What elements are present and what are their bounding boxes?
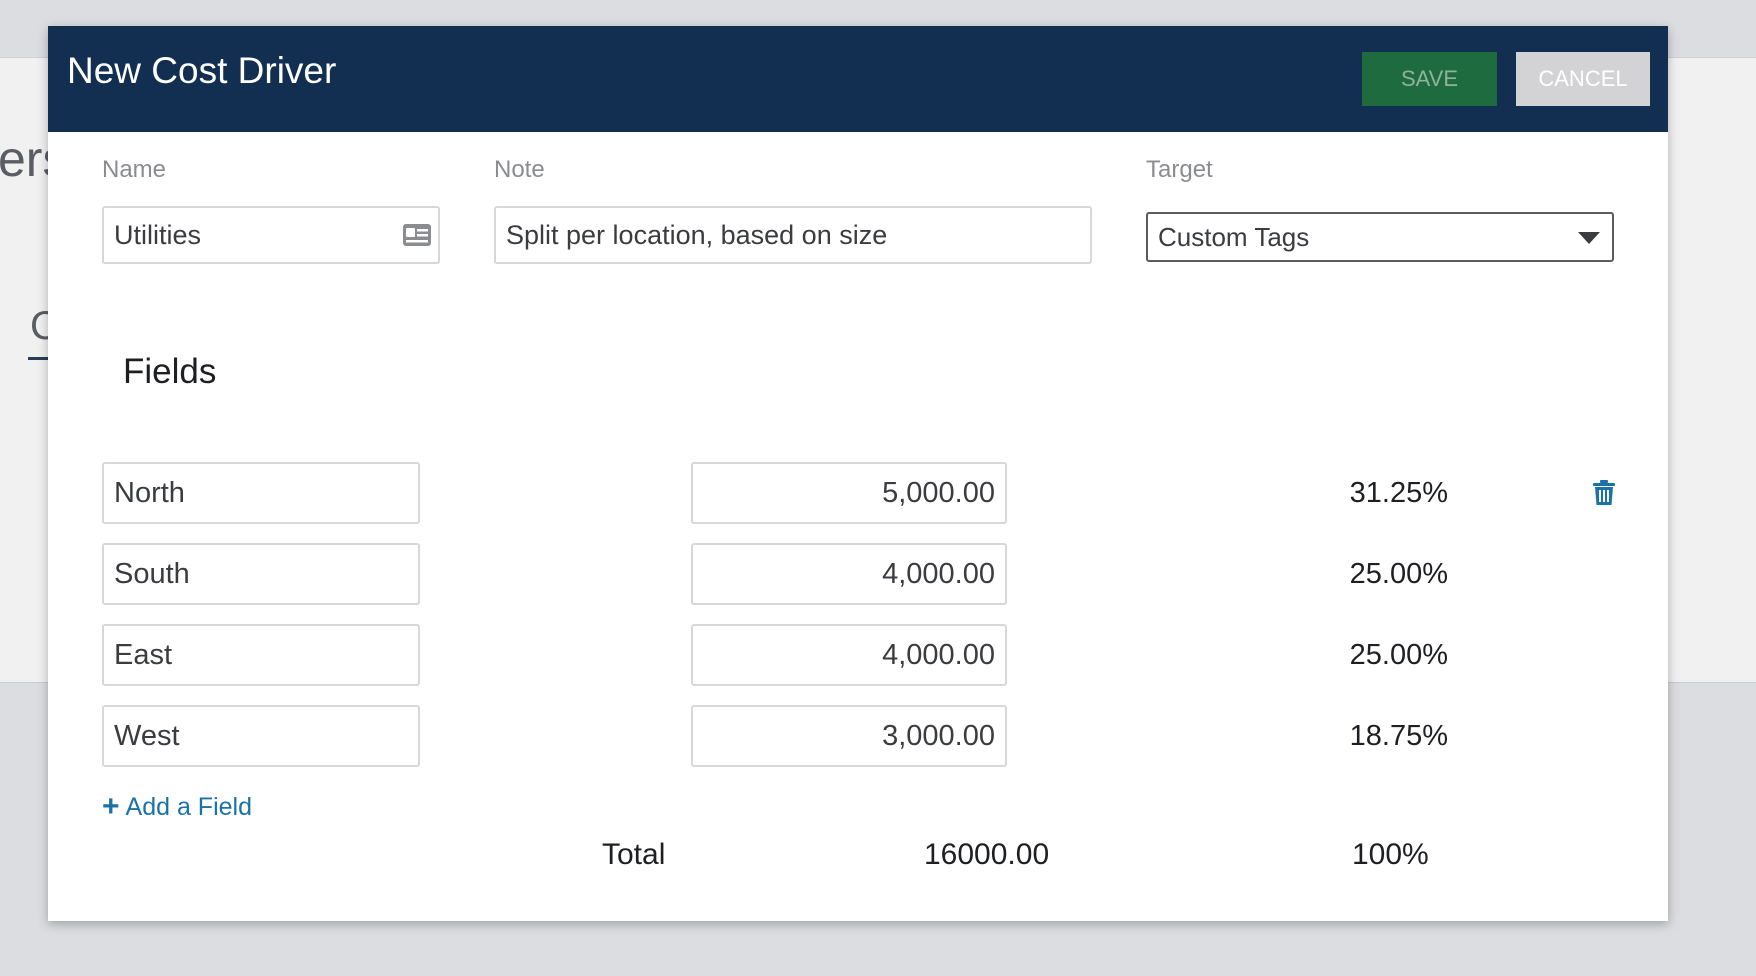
- name-label: Name: [102, 156, 167, 183]
- field-name-input[interactable]: North: [102, 462, 420, 524]
- fields-section-title: Fields: [123, 352, 217, 391]
- new-cost-driver-modal: New Cost Driver SAVE CANCEL Name Utiliti…: [48, 26, 1668, 921]
- field-name-input[interactable]: South: [102, 543, 420, 605]
- field-amount-value: 4,000.00: [882, 557, 995, 590]
- field-name-input[interactable]: East: [102, 624, 420, 686]
- add-field-link[interactable]: + Add a Field: [102, 792, 252, 822]
- field-name-value: East: [114, 638, 173, 671]
- caret-down-icon: [1578, 232, 1600, 244]
- target-select[interactable]: Custom Tags: [1146, 212, 1614, 262]
- field-row: North 5,000.00 31.25%: [48, 462, 1668, 524]
- target-select-value: Custom Tags: [1158, 221, 1310, 252]
- field-row: South 4,000.00 25.00%: [48, 543, 1668, 605]
- field-name-input[interactable]: West: [102, 705, 420, 767]
- field-name-value: North: [114, 476, 185, 509]
- note-field[interactable]: Split per location, based on size: [494, 206, 1092, 264]
- trash-icon[interactable]: [1592, 480, 1616, 506]
- field-amount-value: 4,000.00: [882, 638, 995, 671]
- name-field-value: Utilities: [114, 219, 202, 250]
- field-amount-input[interactable]: 3,000.00: [691, 705, 1007, 767]
- field-percent: 18.75%: [1349, 719, 1448, 752]
- field-percent: 25.00%: [1349, 557, 1448, 590]
- field-row: West 3,000.00 18.75%: [48, 705, 1668, 767]
- field-name-value: South: [114, 557, 190, 590]
- total-percent: 100%: [1352, 838, 1429, 871]
- total-label: Total: [602, 838, 666, 871]
- field-percent: 25.00%: [1349, 638, 1448, 671]
- plus-icon: +: [102, 790, 120, 823]
- field-amount-input[interactable]: 5,000.00: [691, 462, 1007, 524]
- contact-card-icon: [403, 224, 431, 246]
- total-value: 16000.00: [924, 838, 1050, 871]
- note-label: Note: [494, 156, 545, 183]
- target-label: Target: [1146, 156, 1213, 183]
- field-percent: 31.25%: [1349, 476, 1448, 509]
- field-amount-input[interactable]: 4,000.00: [691, 543, 1007, 605]
- add-field-label: Add a Field: [125, 792, 252, 821]
- field-row: East 4,000.00 25.00%: [48, 624, 1668, 686]
- modal-header: New Cost Driver SAVE CANCEL: [48, 26, 1668, 132]
- name-field[interactable]: Utilities: [102, 206, 440, 264]
- modal-title: New Cost Driver: [67, 50, 337, 91]
- note-field-value: Split per location, based on size: [506, 219, 888, 250]
- field-amount-value: 5,000.00: [882, 476, 995, 509]
- save-button[interactable]: SAVE: [1362, 52, 1497, 106]
- field-amount-input[interactable]: 4,000.00: [691, 624, 1007, 686]
- cancel-button[interactable]: CANCEL: [1516, 52, 1650, 106]
- field-amount-value: 3,000.00: [882, 719, 995, 752]
- field-name-value: West: [114, 719, 180, 752]
- background-tab-underline: [28, 357, 50, 360]
